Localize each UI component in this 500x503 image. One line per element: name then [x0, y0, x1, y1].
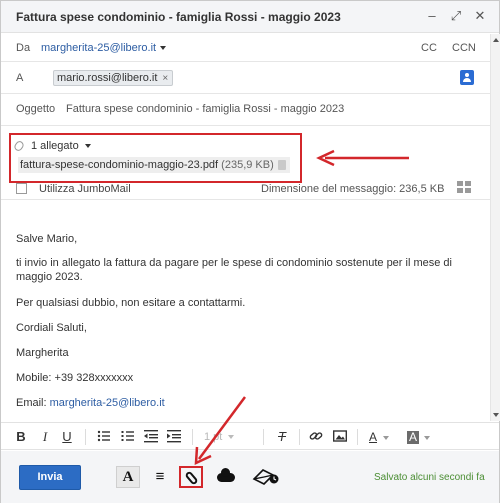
signature-name: Margherita	[16, 347, 69, 359]
saved-status: Salvato alcuni secondi fa	[374, 472, 485, 483]
trash-icon[interactable]	[278, 160, 286, 170]
from-row: Da margherita-25@libero.it CC CCN	[1, 34, 491, 62]
cloud-attach-button[interactable]	[213, 466, 239, 488]
closing: Cordiali Saluti,	[16, 322, 87, 334]
body-paragraph-1: ti invio in allegato la fattura da pagar…	[16, 257, 452, 283]
from-address: margherita-25@libero.it	[41, 42, 157, 54]
outdent-icon[interactable]	[144, 429, 158, 445]
toolbar-divider	[192, 429, 193, 445]
to-label: A	[16, 72, 24, 84]
chevron-down-icon	[84, 144, 91, 149]
image-icon[interactable]	[332, 429, 348, 445]
from-label: Da	[16, 42, 31, 54]
toolbar-divider	[357, 429, 358, 445]
text-color-label: A	[369, 430, 378, 444]
jumbomail-label: Utilizza JumboMail	[39, 183, 131, 195]
font-format-button[interactable]: A	[116, 466, 140, 488]
indent-icon[interactable]	[167, 429, 181, 445]
expand-button[interactable]: ⤢	[447, 7, 465, 25]
toolbar-divider	[299, 429, 300, 445]
arrow-to-attachment-head	[316, 149, 335, 167]
underline-button[interactable]: U	[61, 429, 73, 445]
action-bar: Invia A ≡ Salvato alcuni secondi fa	[1, 451, 499, 503]
attach-file-button[interactable]	[179, 466, 203, 488]
subject-row: Oggetto Fattura spese condominio - famig…	[1, 94, 491, 126]
chevron-down-icon	[228, 435, 235, 440]
envelope-clock-icon	[252, 469, 279, 485]
body-scrollbar[interactable]	[490, 34, 500, 421]
recipient-chip[interactable]: mario.rossi@libero.it ×	[53, 70, 174, 86]
signature-mobile: Mobile: +39 328xxxxxxx	[16, 372, 134, 384]
window-title: Fattura spese condominio - famiglia Ross…	[16, 10, 341, 24]
remove-recipient-icon[interactable]: ×	[162, 73, 168, 84]
signature-email: Email: margherita-25@libero.it	[16, 396, 466, 410]
attachments-count: 1 allegato	[31, 140, 79, 152]
highlight-label: A	[407, 430, 420, 444]
send-button[interactable]: Invia	[19, 465, 81, 490]
attachments-toggle[interactable]: 1 allegato	[12, 139, 91, 153]
numbered-list-icon[interactable]	[121, 429, 135, 445]
scroll-up-icon[interactable]	[493, 38, 499, 42]
highlight-color-button[interactable]: A	[407, 429, 433, 445]
bullet-list-icon[interactable]	[97, 429, 111, 445]
attachment-size: (235,9 KB)	[221, 159, 274, 171]
message-size: Dimensione del messaggio: 236,5 KB	[261, 183, 445, 195]
paperclip-icon	[12, 139, 26, 153]
title-bar: Fattura spese condominio - famiglia Ross…	[1, 1, 499, 33]
subject-field[interactable]: Fattura spese condominio - famiglia Ross…	[66, 103, 344, 115]
send-later-button[interactable]	[251, 466, 281, 488]
compose-window: Fattura spese condominio - famiglia Ross…	[0, 0, 500, 503]
text-color-button[interactable]: A	[369, 429, 393, 445]
font-size-value: 1 pt	[204, 431, 223, 443]
chevron-down-icon	[383, 435, 390, 440]
attachment-filename: fattura-spese-condominio-maggio-23.pdf	[20, 159, 219, 171]
chevron-down-icon	[160, 46, 167, 51]
ccn-button[interactable]: CCN	[452, 42, 476, 54]
scroll-down-icon[interactable]	[493, 413, 499, 417]
signature-email-label: Email:	[16, 397, 50, 409]
cloud-icon	[217, 468, 235, 482]
greeting: Salve Mario,	[16, 233, 78, 245]
italic-button[interactable]: I	[39, 429, 51, 445]
toolbar-divider	[85, 429, 86, 445]
cc-button[interactable]: CC	[421, 42, 437, 54]
layout-grid-icon[interactable]	[457, 181, 471, 193]
align-button[interactable]: ≡	[149, 466, 171, 488]
paperclip-icon	[184, 470, 199, 486]
body-paragraph-2: Per qualsiasi dubbio, non esitare a cont…	[16, 297, 246, 309]
link-icon[interactable]	[309, 429, 323, 445]
from-address-select[interactable]: margherita-25@libero.it	[41, 42, 167, 54]
bold-button[interactable]: B	[15, 429, 27, 445]
address-book-icon[interactable]	[460, 70, 474, 85]
attachment-item[interactable]: fattura-spese-condominio-maggio-23.pdf (…	[18, 157, 290, 173]
chevron-down-icon	[424, 435, 431, 440]
formatting-toolbar: B I U 1 pt T A A	[1, 422, 499, 450]
close-button[interactable]: ✕	[471, 7, 489, 25]
font-size-select[interactable]: 1 pt	[204, 429, 244, 445]
signature-email-link[interactable]: margherita-25@libero.it	[50, 397, 165, 409]
jumbomail-checkbox[interactable]	[16, 183, 27, 194]
toolbar-divider	[263, 429, 264, 445]
jumbomail-row: Utilizza JumboMail Dimensione del messag…	[1, 176, 491, 200]
clear-format-button[interactable]: T	[275, 429, 289, 445]
subject-label: Oggetto	[16, 103, 56, 115]
minimize-button[interactable]: –	[423, 7, 441, 25]
to-row: A mario.rossi@libero.it ×	[1, 62, 491, 94]
recipient-address: mario.rossi@libero.it	[57, 72, 158, 84]
